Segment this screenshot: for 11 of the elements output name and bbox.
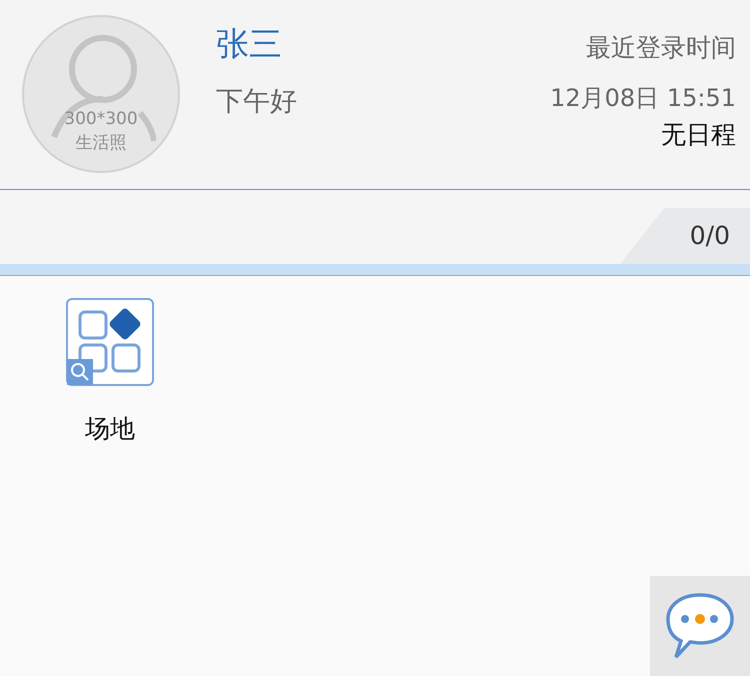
greeting: 下午好 [216,85,297,119]
app-tile[interactable]: 场地 [48,298,172,448]
avatar-caption: 生活照 [76,132,126,155]
user-name: 张三 [216,23,283,65]
venue-icon [66,298,154,386]
schedule-status: 无日程 [661,119,736,151]
last-login-time: 12月08日 15:51 [550,83,736,114]
avatar-caption: 300*300 [64,108,138,131]
speech-bubble-icon [664,591,736,661]
last-login-label: 最近登录时间 [586,32,736,64]
chat-button[interactable] [650,576,750,676]
